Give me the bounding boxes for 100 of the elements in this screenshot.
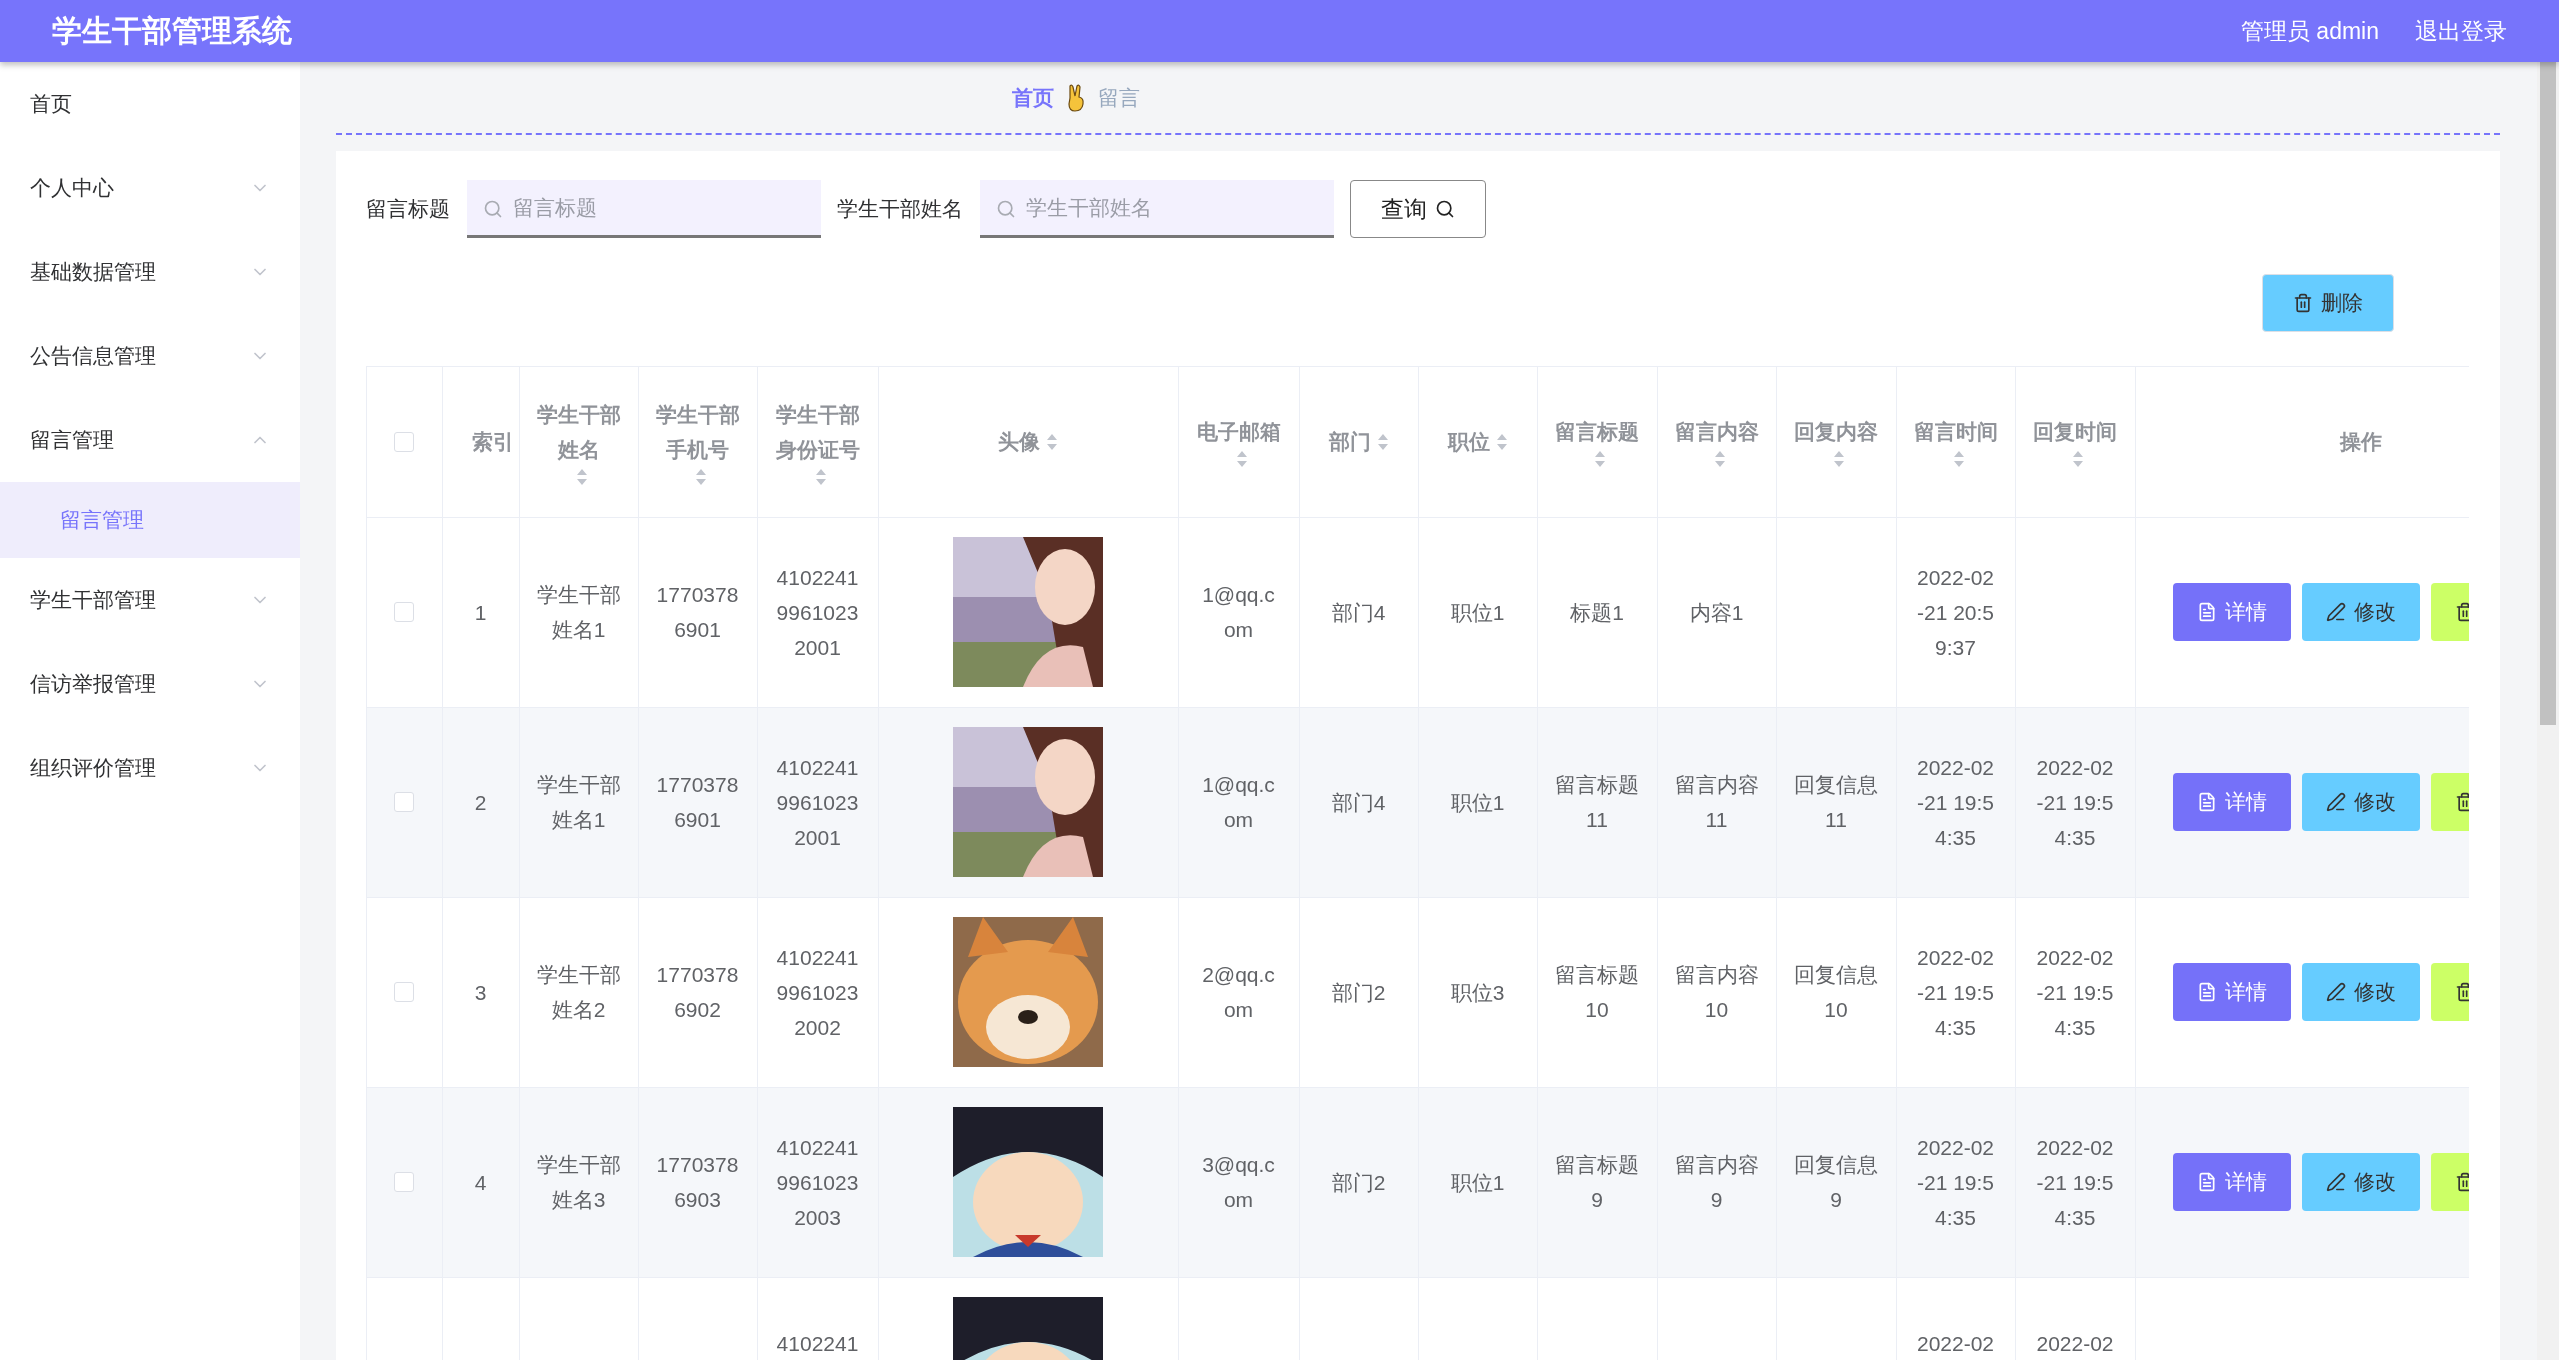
column-header[interactable]: 留言时间 xyxy=(1896,367,2015,517)
table-cell-text: 学生干部姓名1 xyxy=(535,772,622,833)
pen-icon xyxy=(2325,602,2346,622)
table-cell-text: 17703786903 xyxy=(655,1152,740,1213)
menu-item[interactable]: 组织评价管理 xyxy=(0,726,300,810)
trash-icon xyxy=(2454,982,2469,1002)
column-header[interactable]: 学生干部手机号 xyxy=(638,367,757,517)
column-header[interactable]: 部门 xyxy=(1299,367,1418,517)
table-cell-text: 回复信息10 xyxy=(1793,962,1879,1023)
checkbox[interactable] xyxy=(394,792,415,812)
checkbox[interactable] xyxy=(394,982,415,1002)
edit-button[interactable]: 修改 xyxy=(2301,1153,2420,1211)
detail-button[interactable]: 详情 xyxy=(2172,583,2291,641)
column-header[interactable]: 回复内容 xyxy=(1776,367,1896,517)
table-cell-text: 学生干部姓名3 xyxy=(535,1152,622,1213)
table-cell-text: 17703786901 xyxy=(655,582,740,643)
breadcrumb-current: 留言 xyxy=(1098,84,1140,111)
pen-icon xyxy=(2325,982,2346,1002)
search-field[interactable]: 留言标题 xyxy=(467,180,821,238)
scrollbar[interactable] xyxy=(2537,62,2559,1360)
detail-button[interactable]: 详情 xyxy=(2172,963,2291,1021)
table-cell-text: 410224199610232001 xyxy=(775,754,860,851)
trash-icon xyxy=(2454,602,2469,622)
column-header[interactable]: 学生干部身份证号 xyxy=(757,367,878,517)
checkbox[interactable] xyxy=(394,431,415,452)
table-cell-text: 留言标题9 xyxy=(1554,1152,1640,1213)
field-label: 留言标题 xyxy=(366,196,450,222)
table-cell-text: 职位1 xyxy=(1449,1169,1506,1196)
column-header[interactable]: 职位 xyxy=(1418,367,1537,517)
table-cell-text: 4102241 xyxy=(775,1330,860,1357)
pen-icon xyxy=(2325,1172,2346,1192)
trash-icon xyxy=(2293,293,2313,313)
column-header: 索引 xyxy=(442,367,519,517)
table-cell-text: 职位1 xyxy=(1449,789,1506,816)
table-cell-text: 标题1 xyxy=(1569,599,1625,626)
table-cell-text: 17703786902 xyxy=(655,962,740,1023)
column-header[interactable]: 留言内容 xyxy=(1657,367,1776,517)
table-cell-text: 4 xyxy=(473,1169,488,1196)
checkbox[interactable] xyxy=(394,602,415,622)
table-cell-text: 学生干部姓名1 xyxy=(535,582,622,643)
column-header[interactable]: 电子邮箱 xyxy=(1178,367,1299,517)
detail-button[interactable]: 详情 xyxy=(2172,773,2291,831)
table-cell-text: 内容1 xyxy=(1688,599,1745,626)
table-cell-text: 2022-02-21 20:59:37 xyxy=(1915,564,1996,661)
delete-button[interactable]: 删除 xyxy=(2262,274,2394,332)
menu-item[interactable]: 基础数据管理 xyxy=(0,230,300,314)
table-cell-text: 回复信息9 xyxy=(1793,1152,1879,1213)
column-header[interactable]: 回复时间 xyxy=(2015,367,2135,517)
table-cell-text: 410224199610232003 xyxy=(775,1134,860,1231)
edit-button[interactable]: 修改 xyxy=(2301,773,2420,831)
table-cell-text: 3 xyxy=(473,979,488,1006)
search-icon xyxy=(1435,199,1455,219)
menu-item[interactable]: 个人中心 xyxy=(0,146,300,230)
table-cell-text: 2022-02-21 19:54:35 xyxy=(2035,944,2115,1041)
logout-link[interactable]: 退出登录 xyxy=(2415,15,2507,47)
table-cell-text: 410224199610232001 xyxy=(775,564,860,661)
detail-button[interactable]: 详情 xyxy=(2172,1153,2291,1211)
search-icon xyxy=(483,199,503,219)
checkbox[interactable] xyxy=(394,1172,415,1192)
menu-item[interactable]: 首页 xyxy=(0,62,300,146)
table-cell-text: 职位3 xyxy=(1449,979,1506,1006)
table-cell-text: 410224199610232002 xyxy=(775,944,860,1041)
app-title: 学生干部管理系统 xyxy=(52,12,292,49)
table-cell-text: 留言标题11 xyxy=(1554,772,1640,833)
table-cell-text: 1 xyxy=(473,599,488,626)
menu-item[interactable]: 信访举报管理 xyxy=(0,642,300,726)
table-cell-text: 留言内容11 xyxy=(1673,772,1760,833)
trash-icon xyxy=(2454,792,2469,812)
breadcrumb-link[interactable]: 首页 xyxy=(1012,83,1054,112)
submenu-item[interactable]: 留言管理 xyxy=(0,482,300,558)
table-cell-text: 2 xyxy=(473,789,488,816)
search-icon xyxy=(996,199,1016,219)
table-cell-text: 职位1 xyxy=(1449,599,1506,626)
table-cell-text: 2022-02 xyxy=(1915,1330,1996,1357)
menu-item[interactable]: 学生干部管理 xyxy=(0,558,300,642)
column-header[interactable]: 留言标题 xyxy=(1537,367,1657,517)
column-header[interactable]: 学生干部姓名 xyxy=(519,367,638,517)
table-cell-text: 部门4 xyxy=(1330,599,1387,626)
table-cell-text: 部门2 xyxy=(1330,979,1387,1006)
menu-item[interactable]: 留言管理 xyxy=(0,398,300,482)
table-cell-text: 17703786901 xyxy=(655,772,740,833)
table-cell-text: 1@qq.com xyxy=(1201,582,1276,643)
search-field[interactable]: 学生干部姓名 xyxy=(980,180,1334,238)
field-label: 学生干部姓名 xyxy=(837,196,963,222)
table-cell-text: 学生干部姓名2 xyxy=(535,962,622,1023)
table-cell-text: 2022-02-21 19:54:35 xyxy=(2035,754,2115,851)
table-cell-text: 留言内容9 xyxy=(1673,1152,1760,1213)
table-cell-text: 2@qq.com xyxy=(1201,962,1276,1023)
table-cell-text: 部门4 xyxy=(1330,789,1387,816)
column-header[interactable]: 头像 xyxy=(878,367,1178,517)
table-cell-text: 回复信息11 xyxy=(1793,772,1879,833)
table-cell-text: 2022-02-21 19:54:35 xyxy=(1915,1134,1996,1231)
menu-item[interactable]: 公告信息管理 xyxy=(0,314,300,398)
table-cell-text: 2022-02-21 19:54:35 xyxy=(1915,754,1996,851)
table-cell-text: 2022-02-21 19:54:35 xyxy=(2035,1134,2115,1231)
table-cell-text: 2022-02 xyxy=(2035,1330,2115,1357)
edit-button[interactable]: 修改 xyxy=(2301,583,2420,641)
edit-button[interactable]: 修改 xyxy=(2301,963,2420,1021)
query-button[interactable]: 查询 xyxy=(1350,180,1486,238)
table-cell-text: 留言标题10 xyxy=(1554,962,1640,1023)
